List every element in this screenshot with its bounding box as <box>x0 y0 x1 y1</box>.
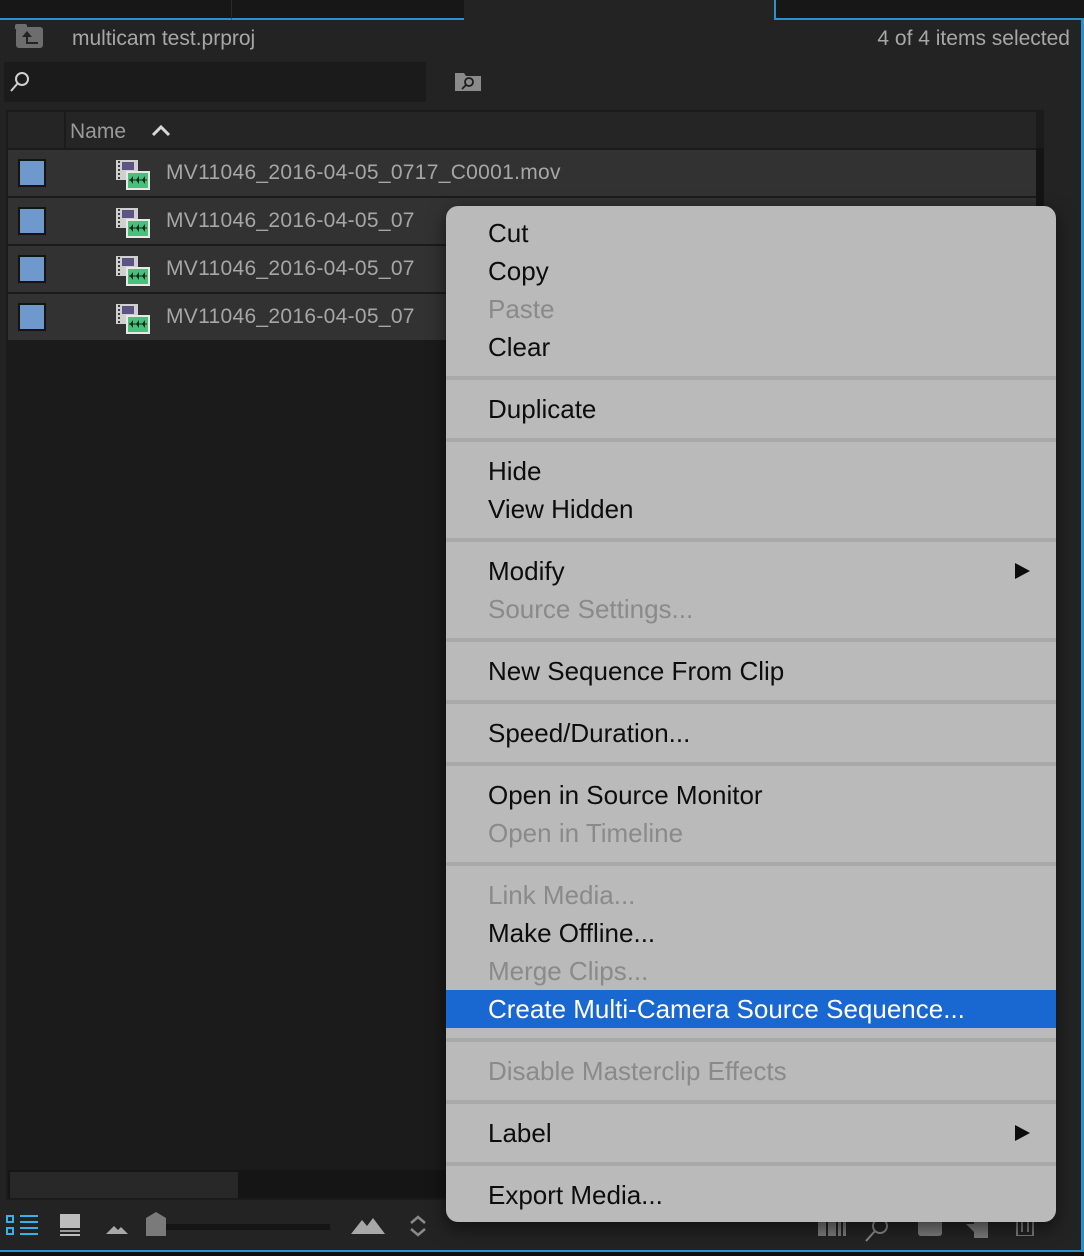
list-view-icon[interactable] <box>6 1214 40 1236</box>
menu-separator <box>446 528 1056 552</box>
menu-item-modify[interactable]: Modify <box>446 552 1056 590</box>
menu-item-hide[interactable]: Hide <box>446 452 1056 490</box>
menu-item-label: Copy <box>488 256 549 286</box>
new-search-bin-icon[interactable] <box>453 69 483 93</box>
horizontal-scroll-thumb[interactable] <box>10 1172 238 1198</box>
menu-separator <box>446 1152 1056 1176</box>
label-color-chip[interactable] <box>18 255 46 283</box>
menu-item-label: New Sequence From Clip <box>488 656 785 686</box>
large-thumbnail-icon[interactable] <box>351 1216 385 1234</box>
column-header-name[interactable]: Name <box>70 120 126 144</box>
menu-separator <box>446 690 1056 714</box>
menu-item-label: Paste <box>488 294 555 324</box>
menu-item-export-media[interactable]: Export Media... <box>446 1176 1056 1214</box>
menu-item-view-hidden[interactable]: View Hidden <box>446 490 1056 528</box>
menu-item-make-offline[interactable]: Make Offline... <box>446 914 1056 952</box>
menu-item-open-in-timeline: Open in Timeline <box>446 814 1056 852</box>
menu-item-paste: Paste <box>446 290 1056 328</box>
menu-item-label: Export Media... <box>488 1180 663 1210</box>
menu-separator <box>446 428 1056 452</box>
panel-tab-project[interactable] <box>464 0 774 20</box>
clip-name: MV11046_2016-04-05_0717_C0001.mov <box>166 161 561 184</box>
menu-item-label: Speed/Duration... <box>488 718 691 748</box>
menu-item-new-sequence-from-clip[interactable]: New Sequence From Clip <box>446 652 1056 690</box>
menu-item-merge-clips: Merge Clips... <box>446 952 1056 990</box>
menu-item-label: Disable Masterclip Effects <box>488 1056 787 1086</box>
clip-name: MV11046_2016-04-05_07 <box>166 305 415 328</box>
menu-item-speed-duration[interactable]: Speed/Duration... <box>446 714 1056 752</box>
clip-name: MV11046_2016-04-05_07 <box>166 257 415 280</box>
menu-separator <box>446 852 1056 876</box>
icon-view-icon[interactable] <box>60 1214 80 1236</box>
menu-item-label: Label <box>488 1118 552 1148</box>
menu-item-label: Make Offline... <box>488 918 656 948</box>
clip-name: MV11046_2016-04-05_07 <box>166 209 415 232</box>
label-color-chip[interactable] <box>18 303 46 331</box>
search-input[interactable] <box>4 62 426 102</box>
menu-item-label: Clear <box>488 332 551 362</box>
menu-item-label: Cut <box>488 218 529 248</box>
menu-item-cut[interactable]: Cut <box>446 214 1056 252</box>
zoom-slider-handle[interactable] <box>146 1212 166 1236</box>
sort-ascending-icon[interactable] <box>150 122 172 138</box>
menu-item-clear[interactable]: Clear <box>446 328 1056 366</box>
menu-separator <box>446 752 1056 776</box>
menu-item-label: Source Settings... <box>488 594 694 624</box>
audio-video-clip-icon <box>116 256 150 286</box>
menu-item-disable-masterclip-effects: Disable Masterclip Effects <box>446 1052 1056 1090</box>
menu-item-label[interactable]: Label <box>446 1114 1056 1152</box>
menu-item-label: Modify <box>488 556 565 586</box>
panel-tab[interactable] <box>232 0 466 20</box>
label-color-chip[interactable] <box>18 207 46 235</box>
project-title: multicam test.prproj <box>72 27 256 50</box>
submenu-arrow-icon <box>1015 1125 1030 1141</box>
column-divider[interactable] <box>64 112 66 148</box>
audio-video-clip-icon <box>116 304 150 334</box>
menu-item-source-settings: Source Settings... <box>446 590 1056 628</box>
search-icon <box>10 72 29 92</box>
audio-video-clip-icon <box>116 160 150 190</box>
menu-item-label: Open in Timeline <box>488 818 684 848</box>
menu-separator <box>446 628 1056 652</box>
menu-item-label: Link Media... <box>488 880 636 910</box>
list-item[interactable]: MV11046_2016-04-05_0717_C0001.mov <box>8 150 1038 196</box>
menu-item-label: Duplicate <box>488 394 597 424</box>
panel-tab[interactable] <box>0 0 232 20</box>
list-header: Name <box>8 112 1036 148</box>
context-menu: Cut Copy Paste Clear Duplicate Hide View Hidde… <box>446 206 1056 1222</box>
panel-tab[interactable] <box>774 0 1084 20</box>
small-thumbnail-icon[interactable] <box>106 1222 128 1234</box>
menu-separator <box>446 1090 1056 1114</box>
menu-separator <box>446 1028 1056 1052</box>
label-color-chip[interactable] <box>18 159 46 187</box>
menu-item-label: Merge Clips... <box>488 956 649 986</box>
menu-item-label: Open in Source Monitor <box>488 780 763 810</box>
menu-item-label: Create Multi-Camera Source Sequence... <box>488 994 965 1024</box>
menu-item-open-in-source-monitor[interactable]: Open in Source Monitor <box>446 776 1056 814</box>
menu-item-duplicate[interactable]: Duplicate <box>446 390 1056 428</box>
menu-item-label: Hide <box>488 456 542 486</box>
menu-separator <box>446 366 1056 390</box>
submenu-arrow-icon <box>1015 563 1030 579</box>
audio-video-clip-icon <box>116 208 150 238</box>
zoom-slider-track[interactable] <box>164 1224 330 1230</box>
panel-tab-strip <box>0 0 1084 20</box>
window-edge <box>0 1252 1084 1256</box>
menu-item-create-multi-camera-source-sequence[interactable]: Create Multi-Camera Source Sequence... <box>446 990 1056 1028</box>
sort-icons-icon[interactable] <box>409 1214 427 1238</box>
menu-item-label: View Hidden <box>488 494 634 524</box>
menu-item-copy[interactable]: Copy <box>446 252 1056 290</box>
selection-status: 4 of 4 items selected <box>877 27 1070 50</box>
menu-item-link-media: Link Media... <box>446 876 1056 914</box>
navigate-up-folder-icon[interactable] <box>15 24 43 48</box>
